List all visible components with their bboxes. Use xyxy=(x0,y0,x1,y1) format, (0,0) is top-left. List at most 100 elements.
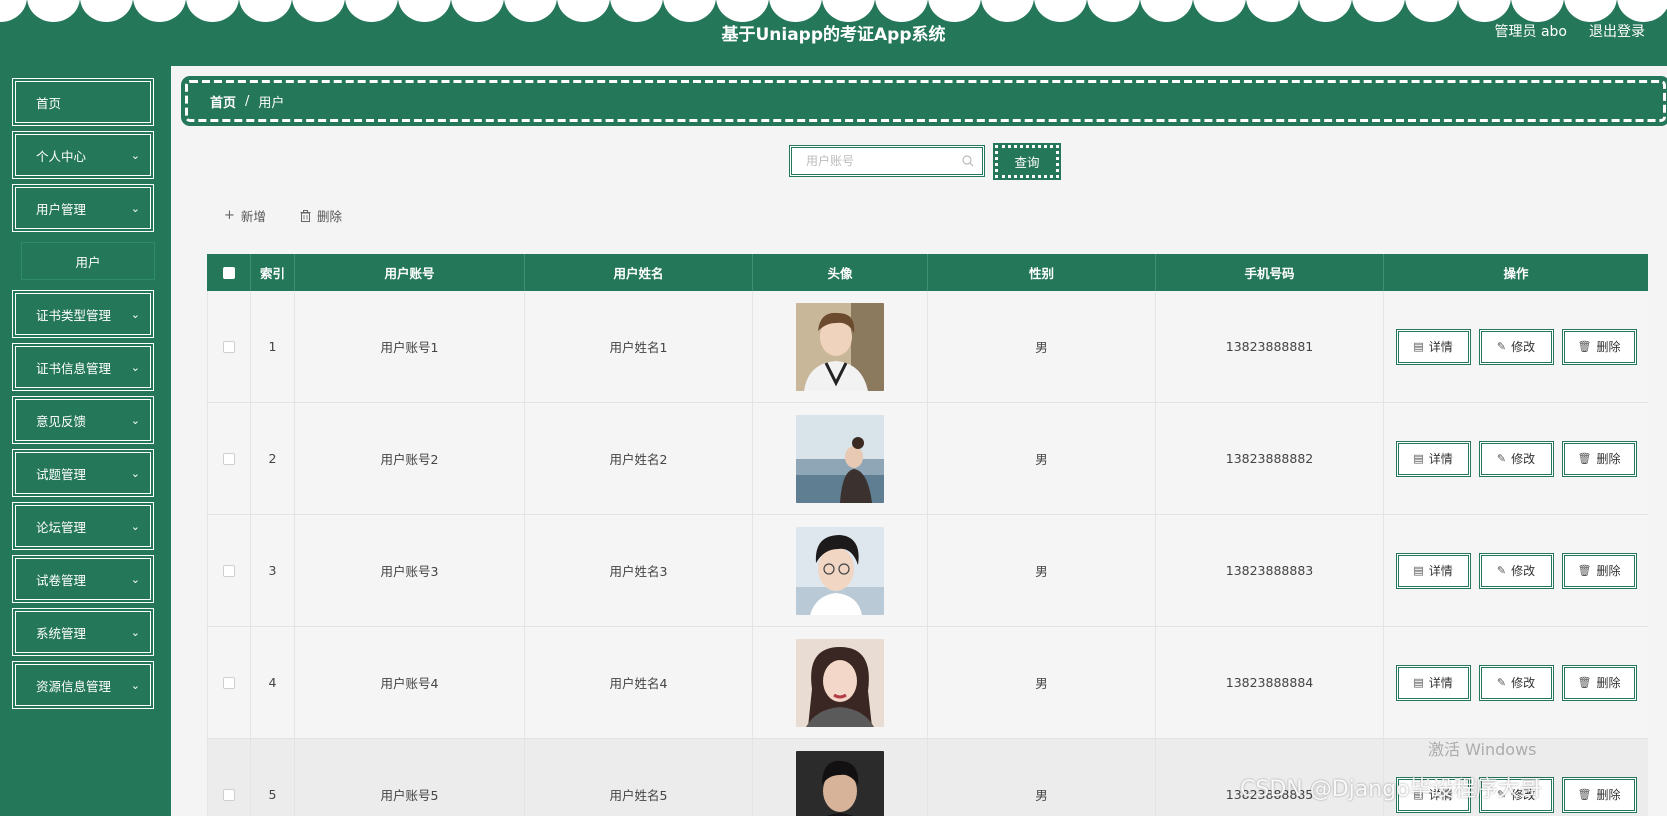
select-all-checkbox[interactable] xyxy=(222,266,235,279)
sidebar-item-label: 资源信息管理 xyxy=(36,678,112,694)
sidebar-item-label: 试卷管理 xyxy=(36,572,87,588)
delete-button[interactable]: 🗑 删除 xyxy=(1561,440,1637,477)
column-header-phone: 手机号码 xyxy=(1156,254,1384,291)
cell-index: 3 xyxy=(251,515,295,626)
edit-button[interactable]: ✎ 修改 xyxy=(1478,552,1554,589)
sidebar-item-label: 论坛管理 xyxy=(36,519,87,535)
column-header-gender: 性别 xyxy=(928,254,1156,291)
chevron-down-icon: ⌄ xyxy=(130,679,140,692)
detail-button[interactable]: ▤ 详情 xyxy=(1395,440,1471,477)
cell-account: 用户账号4 xyxy=(295,627,525,738)
sidebar-item-question-management[interactable]: 试题管理 ⌄ xyxy=(11,448,155,498)
breadcrumb: 首页 / 用户 xyxy=(182,77,1667,125)
bulk-delete-button[interactable]: 删除 xyxy=(300,206,342,225)
row-checkbox-cell xyxy=(207,627,251,738)
avatar xyxy=(796,526,884,615)
scallop-shape xyxy=(1034,0,1087,22)
search-field xyxy=(789,145,985,177)
pencil-icon: ✎ xyxy=(1496,564,1507,577)
scallop-shape xyxy=(504,0,557,22)
sidebar-item-system-management[interactable]: 系统管理 ⌄ xyxy=(11,607,155,657)
row-checkbox-cell xyxy=(207,403,251,514)
sidebar-item-personal-center[interactable]: 个人中心 ⌄ xyxy=(11,130,155,180)
sidebar-item-label: 系统管理 xyxy=(36,625,87,641)
delete-label: 删除 xyxy=(1596,452,1621,466)
sidebar-item-home[interactable]: 首页 xyxy=(11,77,155,127)
search-input[interactable] xyxy=(792,148,982,174)
logout-button[interactable]: 退出登录 xyxy=(1589,21,1645,41)
delete-button[interactable]: 🗑 删除 xyxy=(1561,776,1637,813)
chevron-down-icon: ⌄ xyxy=(130,202,140,215)
query-button[interactable]: 查询 xyxy=(993,143,1061,180)
sidebar-item-user-management[interactable]: 用户管理 ⌄ xyxy=(11,183,155,233)
detail-button[interactable]: ▤ 详情 xyxy=(1395,328,1471,365)
cell-phone: 13823888883 xyxy=(1156,515,1384,626)
detail-button[interactable]: ▤ 详情 xyxy=(1395,664,1471,701)
scallop-shape xyxy=(1352,0,1405,22)
delete-button[interactable]: 🗑 删除 xyxy=(1561,328,1637,365)
sidebar-item-feedback[interactable]: 意见反馈 ⌄ xyxy=(11,395,155,445)
edit-label: 修改 xyxy=(1511,564,1536,578)
cell-avatar xyxy=(753,291,928,402)
row-checkbox[interactable] xyxy=(223,564,235,577)
cell-name: 用户姓名4 xyxy=(525,627,753,738)
sidebar-item-cert-type-management[interactable]: 证书类型管理 ⌄ xyxy=(11,289,155,339)
cell-index: 2 xyxy=(251,403,295,514)
cell-name: 用户姓名2 xyxy=(525,403,753,514)
cell-actions: ▤ 详情 ✎ 修改 🗑 删除 xyxy=(1384,291,1648,402)
scallop-shape xyxy=(1405,0,1458,22)
edit-label: 修改 xyxy=(1511,676,1536,690)
delete-button[interactable]: 🗑 删除 xyxy=(1561,664,1637,701)
trash-icon xyxy=(300,209,311,222)
cell-account: 用户账号3 xyxy=(295,515,525,626)
delete-label: 删除 xyxy=(1596,676,1621,690)
trash-icon: 🗑 xyxy=(1577,676,1592,689)
cell-gender: 男 xyxy=(928,403,1156,514)
edit-button[interactable]: ✎ 修改 xyxy=(1478,664,1554,701)
scallop-shape xyxy=(1299,0,1352,22)
chevron-down-icon: ⌄ xyxy=(130,573,140,586)
sidebar-subitem-user[interactable]: 用户 xyxy=(21,242,155,280)
current-user-label: 管理员 abo xyxy=(1494,24,1567,40)
csdn-watermark: CSDN @Django毕设程序大哥 xyxy=(1240,777,1542,802)
column-header-account: 用户账号 xyxy=(295,254,525,291)
edit-button[interactable]: ✎ 修改 xyxy=(1478,328,1554,365)
add-button[interactable]: + 新增 xyxy=(224,206,266,225)
chevron-down-icon: ⌄ xyxy=(130,308,140,321)
avatar xyxy=(796,750,884,816)
table-row: 4 用户账号4 用户姓名4 男 13823888884 ▤ 详情 ✎ 修改 🗑 删除 xyxy=(207,627,1648,739)
row-checkbox[interactable] xyxy=(223,676,235,689)
row-checkbox-cell xyxy=(207,291,251,402)
sidebar-item-exam-paper-management[interactable]: 试卷管理 ⌄ xyxy=(11,554,155,604)
edit-button[interactable]: ✎ 修改 xyxy=(1478,440,1554,477)
pencil-icon: ✎ xyxy=(1496,340,1507,353)
cell-avatar xyxy=(753,403,928,514)
trash-icon: 🗑 xyxy=(1577,452,1592,465)
edit-label: 修改 xyxy=(1511,452,1536,466)
sidebar-item-resource-management[interactable]: 资源信息管理 ⌄ xyxy=(11,660,155,710)
column-header-avatar: 头像 xyxy=(753,254,928,291)
search-icon xyxy=(962,155,974,167)
scallop-shape xyxy=(716,0,769,22)
cell-index: 1 xyxy=(251,291,295,402)
scallop-shape xyxy=(557,0,610,22)
scallop-shape xyxy=(875,0,928,22)
cell-actions: ▤ 详情 ✎ 修改 🗑 删除 xyxy=(1384,515,1648,626)
delete-button[interactable]: 🗑 删除 xyxy=(1561,552,1637,589)
row-checkbox[interactable] xyxy=(223,340,235,353)
scallop-shape xyxy=(1564,0,1617,22)
detail-button[interactable]: ▤ 详情 xyxy=(1395,552,1471,589)
top-navbar: 基于Uniapp的考证App系统 管理员 abo 退出登录 xyxy=(0,0,1667,66)
detail-label: 详情 xyxy=(1428,452,1453,466)
sidebar-subitem-label: 用户 xyxy=(75,254,101,270)
scallop-shape xyxy=(27,0,80,22)
sidebar-item-cert-info-management[interactable]: 证书信息管理 ⌄ xyxy=(11,342,155,392)
sidebar-item-label: 证书类型管理 xyxy=(36,307,112,323)
row-checkbox[interactable] xyxy=(223,788,235,801)
scallop-decoration xyxy=(0,0,1667,22)
row-checkbox[interactable] xyxy=(223,452,235,465)
breadcrumb-home[interactable]: 首页 xyxy=(210,92,236,111)
cell-account: 用户账号5 xyxy=(295,739,525,816)
sidebar-item-forum-management[interactable]: 论坛管理 ⌄ xyxy=(11,501,155,551)
scallop-shape xyxy=(1617,0,1667,22)
